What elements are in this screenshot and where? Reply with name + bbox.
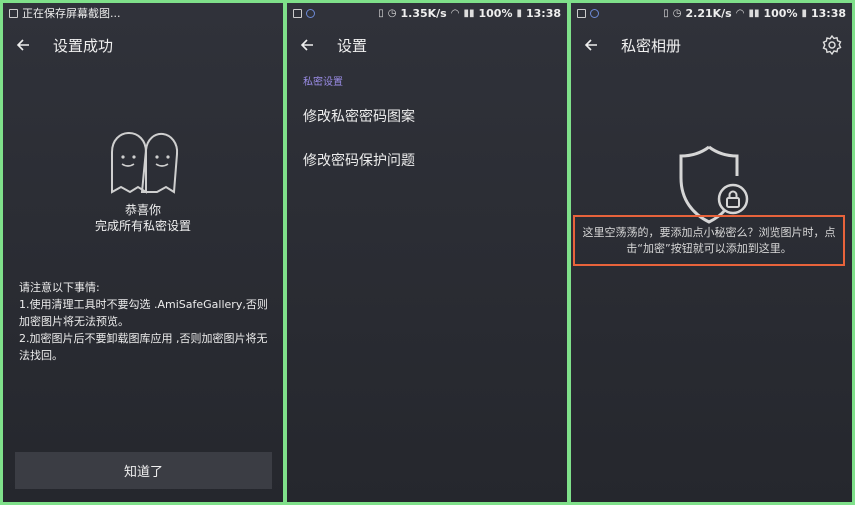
section-header-privacy: 私密设置 — [303, 77, 343, 88]
setting-change-pattern[interactable]: 修改私密密码图案 — [303, 106, 415, 126]
gear-icon[interactable] — [822, 35, 842, 55]
app-bar: 设置成功 — [3, 25, 283, 65]
sync-icon — [590, 8, 599, 18]
app-bar: 设置 — [287, 25, 567, 65]
back-arrow-icon[interactable] — [571, 25, 611, 65]
notes-title: 请注意以下事情: — [19, 281, 100, 294]
app-bar: 私密相册 — [571, 25, 852, 65]
battery-icon: ▮ — [801, 7, 807, 19]
shield-lock-icon — [679, 145, 749, 224]
wifi-icon: ◠ — [450, 7, 460, 19]
page-title: 设置成功 — [53, 36, 114, 55]
status-saving-text: 正在保存屏幕截图... — [22, 7, 121, 20]
clock: 13:38 — [810, 6, 846, 20]
screenshot-icon — [577, 8, 586, 18]
congrats-line1: 恭喜你 — [124, 203, 161, 217]
sync-icon — [306, 8, 315, 18]
network-speed: 2.21K/s — [685, 6, 732, 20]
private-album-screen: ▯ ◷ 2.21K/s ◠ ▮▮ 100% ▮ 13:38 私密相册 这里空荡荡… — [571, 3, 852, 502]
notes-block: 请注意以下事情: 1.使用清理工具时不要勾选 .AmiSafeGallery,否… — [19, 279, 275, 364]
settings-screen: ▯ ◷ 1.35K/s ◠ ▮▮ 100% ▮ 13:38 设置 私密设置 修改… — [287, 3, 567, 502]
screenshot-icon — [9, 8, 18, 18]
status-bar: ▯ ◷ 2.21K/s ◠ ▮▮ 100% ▮ 13:38 — [571, 3, 852, 23]
ghost-pair-icon — [111, 131, 179, 194]
alarm-icon: ◷ — [387, 7, 397, 19]
page-title: 设置 — [337, 36, 368, 55]
alarm-icon: ◷ — [672, 7, 682, 19]
wifi-icon: ◠ — [735, 7, 745, 19]
status-bar: 正在保存屏幕截图... — [3, 3, 283, 23]
vibrate-icon: ▯ — [378, 7, 384, 19]
clock: 13:38 — [525, 6, 561, 20]
signal-icon: ▮▮ — [463, 7, 475, 19]
status-bar: ▯ ◷ 1.35K/s ◠ ▮▮ 100% ▮ 13:38 — [287, 3, 567, 23]
setting-change-security-question[interactable]: 修改密码保护问题 — [303, 150, 415, 170]
congrats-text: 恭喜你 完成所有私密设置 — [3, 202, 283, 234]
battery-level: 100% — [763, 6, 798, 20]
success-screen: 正在保存屏幕截图... 设置成功 恭喜你 完成所有私密设置 请注意以下事情: 1… — [3, 3, 283, 502]
battery-icon: ▮ — [516, 7, 522, 19]
signal-icon: ▮▮ — [748, 7, 760, 19]
got-it-button[interactable]: 知道了 — [15, 452, 272, 489]
congrats-line2: 完成所有私密设置 — [94, 219, 191, 233]
note-2: 2.加密图片后不要卸载图库应用 ,否则加密图片将无法找回。 — [19, 332, 268, 362]
empty-state-message: 这里空荡荡的，要添加点小秘密么？浏览图片时，点击“加密”按钮就可以添加到这里。 — [573, 215, 845, 266]
battery-level: 100% — [478, 6, 513, 20]
back-arrow-icon[interactable] — [287, 25, 327, 65]
screenshot-icon — [293, 8, 302, 18]
back-arrow-icon[interactable] — [3, 25, 43, 65]
vibrate-icon: ▯ — [663, 7, 669, 19]
note-1: 1.使用清理工具时不要勾选 .AmiSafeGallery,否则加密图片将无法预… — [19, 298, 268, 328]
empty-state-text: 这里空荡荡的，要添加点小秘密么？浏览图片时，点击“加密”按钮就可以添加到这里。 — [582, 225, 836, 255]
network-speed: 1.35K/s — [400, 6, 447, 20]
page-title: 私密相册 — [621, 36, 682, 55]
